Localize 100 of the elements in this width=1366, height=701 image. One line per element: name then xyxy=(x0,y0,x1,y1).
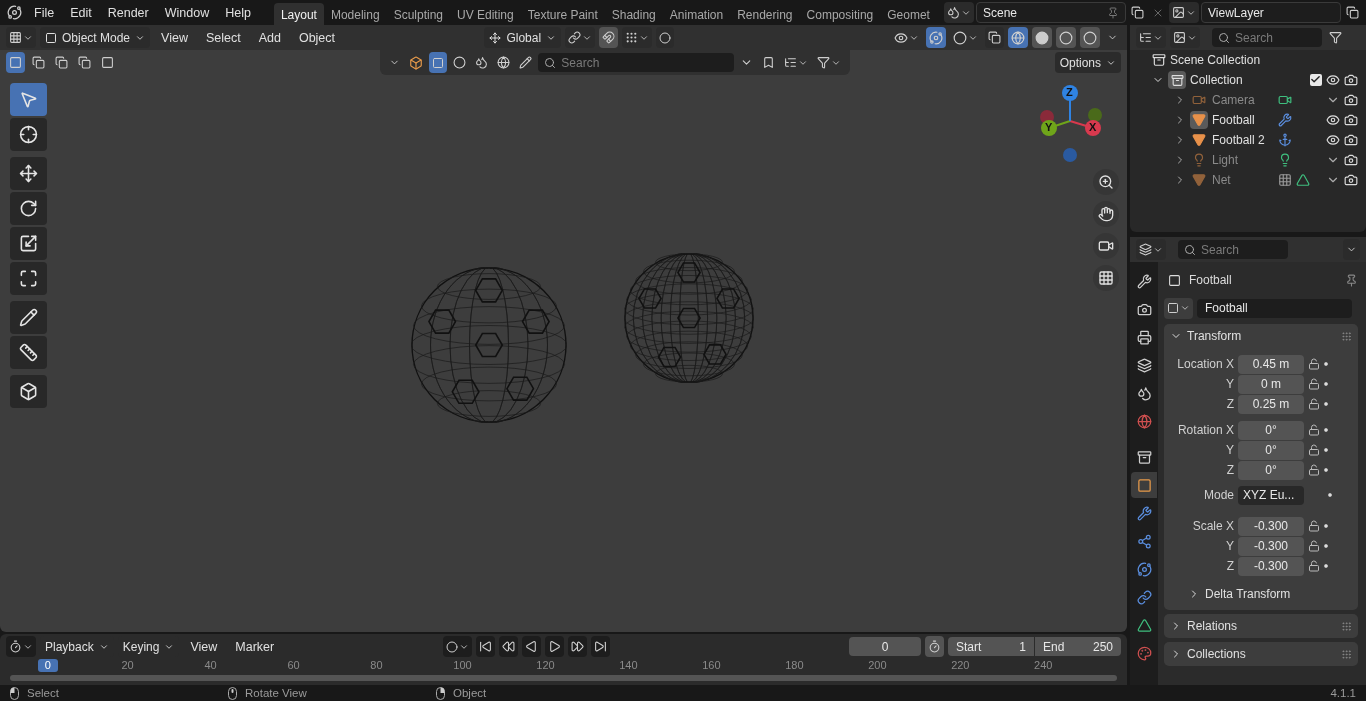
workspace-tab[interactable]: Geomet xyxy=(880,2,937,26)
play-icon[interactable] xyxy=(545,636,565,657)
search-field[interactable]: Search xyxy=(538,53,735,72)
menu-item[interactable]: View xyxy=(183,636,225,657)
menu-item[interactable]: View xyxy=(154,27,195,48)
outliner-item[interactable]: Collection xyxy=(1190,73,1280,87)
transform-tool-icon[interactable] xyxy=(10,262,47,295)
mode-dropdown[interactable]: Object Mode xyxy=(40,27,151,48)
keyframe-dot-icon[interactable] xyxy=(1324,382,1328,386)
panel-title[interactable]: Delta Transform xyxy=(1205,587,1352,601)
camera-icon[interactable] xyxy=(1344,93,1358,107)
number-field[interactable]: 0° xyxy=(1238,440,1304,460)
menu-item[interactable]: Marker xyxy=(228,636,282,657)
drag-handle-icon[interactable] xyxy=(1341,620,1352,632)
workspace-tab[interactable]: Sculpting xyxy=(386,2,450,26)
keyframe-dot-icon[interactable] xyxy=(1324,362,1328,366)
keyframe-dot-icon[interactable] xyxy=(1324,564,1328,568)
scene-selector-button[interactable] xyxy=(944,2,974,23)
outliner-item[interactable]: Scene Collection xyxy=(1170,53,1290,67)
axis-handle[interactable] xyxy=(1041,120,1071,136)
select-new-icon[interactable] xyxy=(6,52,25,73)
number-field[interactable]: -0.300 xyxy=(1238,536,1304,556)
camera-icon[interactable] xyxy=(1344,133,1358,147)
panel-title[interactable]: Transform xyxy=(1187,329,1336,343)
axis-handle[interactable] xyxy=(1062,85,1078,122)
next-keyframe-icon[interactable] xyxy=(568,636,588,657)
record-button[interactable] xyxy=(443,636,473,657)
menu-item[interactable]: Object xyxy=(291,27,343,48)
rotate-tool-icon[interactable] xyxy=(10,192,47,225)
solid-shading-icon[interactable] xyxy=(1032,27,1052,48)
measure-tool-icon[interactable] xyxy=(10,336,47,369)
lock-icon[interactable] xyxy=(1308,358,1320,370)
scale-tool-icon[interactable] xyxy=(10,227,47,260)
checkbox[interactable] xyxy=(1310,74,1322,86)
mesh-object-icon[interactable] xyxy=(1190,131,1208,149)
lock-icon[interactable] xyxy=(1308,560,1320,572)
outliner-item[interactable]: Light xyxy=(1212,153,1274,167)
orientation-dropdown[interactable]: Global xyxy=(484,27,562,48)
magnet-icon[interactable] xyxy=(599,27,619,48)
drag-handle-icon[interactable] xyxy=(1341,330,1352,342)
wireframe-shading-icon[interactable] xyxy=(1008,27,1028,48)
lock-icon[interactable] xyxy=(1308,398,1320,410)
zoom-icon[interactable] xyxy=(1093,169,1119,195)
editor-type-button[interactable] xyxy=(1136,27,1166,48)
number-field[interactable]: -0.300 xyxy=(1238,516,1304,536)
number-field[interactable]: 0° xyxy=(1238,460,1304,480)
camera-icon[interactable] xyxy=(1093,233,1119,259)
timer-icon[interactable] xyxy=(925,636,944,657)
keyframe-dot-icon[interactable] xyxy=(1324,468,1328,472)
playhead-frame[interactable]: 0 xyxy=(38,659,58,672)
drag-handle-icon[interactable] xyxy=(1341,648,1352,660)
light-data-icon[interactable] xyxy=(1278,153,1292,167)
hand-icon[interactable] xyxy=(1093,201,1119,227)
search-field[interactable]: Search xyxy=(1212,28,1322,47)
gizmo-icon[interactable] xyxy=(926,27,946,48)
previous-keyframe-icon[interactable] xyxy=(499,636,519,657)
add-cube-tool-icon[interactable] xyxy=(10,375,47,408)
object-tab-icon[interactable] xyxy=(1131,472,1157,498)
workspace-tab[interactable]: Compositing xyxy=(799,2,881,26)
pivot-button[interactable] xyxy=(565,27,596,48)
pin-icon[interactable] xyxy=(1345,273,1358,287)
workspace-tab[interactable]: Layout xyxy=(273,2,324,26)
menu-item[interactable]: Select xyxy=(198,27,248,48)
select-box-tool-icon[interactable] xyxy=(10,83,47,116)
lock-icon[interactable] xyxy=(1308,378,1320,390)
panel-title[interactable]: Collections xyxy=(1187,647,1336,661)
workspace-tab[interactable]: Animation xyxy=(662,2,731,26)
axis-handle[interactable] xyxy=(1069,120,1101,136)
camera-icon[interactable] xyxy=(1344,113,1358,127)
keyframe-dot-icon[interactable] xyxy=(1324,402,1328,406)
outliner-item[interactable]: Net xyxy=(1212,173,1274,187)
select-mode-icon[interactable] xyxy=(429,52,448,73)
options-dropdown[interactable]: Options xyxy=(1054,52,1121,73)
outliner-item[interactable]: Football xyxy=(1212,113,1274,127)
outliner-item[interactable]: Football 2 xyxy=(1212,133,1274,147)
menu-item[interactable]: Render xyxy=(100,2,156,23)
particles-icon[interactable] xyxy=(1278,173,1292,187)
display-mode-button[interactable] xyxy=(1170,27,1200,48)
object-name-field[interactable]: Football xyxy=(1197,298,1352,318)
current-frame-field[interactable]: 0 xyxy=(849,637,921,656)
play-reverse-icon[interactable] xyxy=(522,636,542,657)
annotate-tool-icon[interactable] xyxy=(10,301,47,334)
editor-type-button[interactable] xyxy=(1136,239,1166,260)
eye-icon[interactable] xyxy=(1326,113,1340,127)
datablock-browse-button[interactable] xyxy=(1164,297,1193,319)
camera-icon[interactable] xyxy=(1344,153,1358,167)
number-field[interactable]: 0 m xyxy=(1238,374,1304,394)
workspace-tab[interactable]: Rendering xyxy=(730,2,800,26)
keyframe-dot-icon[interactable] xyxy=(1328,493,1332,497)
menu-item[interactable]: Add xyxy=(251,27,288,48)
collection-icon[interactable] xyxy=(1168,71,1186,89)
camera-icon[interactable] xyxy=(1344,73,1358,87)
end-frame-field[interactable]: End 250 xyxy=(1035,637,1121,656)
camera-icon[interactable] xyxy=(1344,173,1358,187)
timeline-scrollbar[interactable] xyxy=(10,675,1117,681)
keyframe-dot-icon[interactable] xyxy=(1324,524,1328,528)
lock-icon[interactable] xyxy=(1308,540,1320,552)
keyframe-dot-icon[interactable] xyxy=(1324,428,1328,432)
panel-title[interactable]: Relations xyxy=(1187,619,1336,633)
menu-item[interactable]: Window xyxy=(157,2,217,23)
